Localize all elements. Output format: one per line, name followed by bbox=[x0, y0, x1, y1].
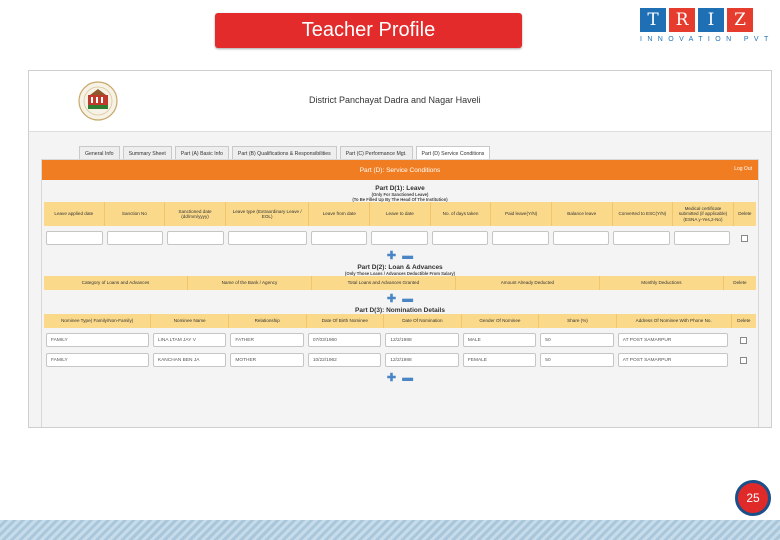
add-row-icon[interactable]: ✚ bbox=[387, 372, 396, 384]
add-row-icon[interactable]: ✚ bbox=[387, 293, 396, 305]
nominee-name-input[interactable]: LINA LTAM JAY V bbox=[152, 333, 227, 347]
sanction-no-input[interactable] bbox=[106, 231, 164, 245]
leave-to-date-input[interactable] bbox=[371, 231, 428, 245]
nominee-gender-input[interactable]: MALE bbox=[462, 333, 537, 347]
loans-section-title: Part D(2): Loan & Advances bbox=[357, 264, 443, 271]
page-number-badge: 25 bbox=[735, 480, 771, 516]
column-header: Address Of Nominee With Phone No. bbox=[617, 314, 732, 328]
relationship-input[interactable]: FATHER bbox=[230, 333, 304, 347]
leave-row-controls: ✚ ▬ bbox=[42, 250, 758, 262]
days-taken-input[interactable] bbox=[431, 231, 489, 245]
logo-letter-z: Z bbox=[727, 8, 753, 32]
service-conditions-panel: Part (D): Service Conditions Log Out Par… bbox=[41, 159, 759, 427]
nominee-dob-input[interactable]: 10/22/1962 bbox=[307, 353, 382, 367]
column-header: Leave type (Extraordinary Leave / EOL) bbox=[226, 202, 310, 226]
column-header: Delete bbox=[738, 211, 752, 217]
tab-performance[interactable]: Part (C) Performance Mgt. bbox=[339, 146, 413, 160]
paid-leave-input[interactable] bbox=[492, 231, 549, 245]
leave-from-date-input[interactable] bbox=[310, 231, 368, 245]
relationship-input[interactable]: MOTHER bbox=[230, 353, 304, 367]
logout-link[interactable]: Log Out bbox=[734, 166, 752, 172]
column-header: Date Of Birth Nominee bbox=[307, 314, 385, 328]
tab-summary-sheet[interactable]: Summary Sheet bbox=[122, 146, 172, 160]
column-header: No. of days taken bbox=[431, 202, 492, 226]
nominee-address-input[interactable]: AT POST SAMARPUR bbox=[617, 353, 728, 367]
medical-certificate-input[interactable] bbox=[673, 231, 731, 245]
column-header: Balance leave bbox=[552, 202, 613, 226]
column-header: Sanction No bbox=[105, 202, 166, 226]
column-header: Total Loans and Advances Granted bbox=[312, 276, 456, 290]
delete-checkbox[interactable] bbox=[739, 336, 747, 344]
column-header: Converted to ESC(Y/N) bbox=[613, 202, 674, 226]
logo-letter-t: T bbox=[640, 8, 666, 32]
column-header: Leave applied date bbox=[44, 202, 105, 226]
nomination-date-input[interactable]: 12/2/1988 bbox=[385, 333, 459, 347]
leave-applied-date-input[interactable] bbox=[46, 231, 103, 245]
add-row-icon[interactable]: ✚ bbox=[387, 250, 396, 262]
logo-letter-r: R bbox=[669, 8, 695, 32]
loans-table-header: Category of Loans and Advances Name of t… bbox=[44, 276, 756, 290]
nominee-type-input[interactable]: FAMILY bbox=[46, 353, 149, 367]
delete-checkbox[interactable] bbox=[739, 356, 747, 364]
column-header: Medical certificate submitted (if applic… bbox=[673, 202, 734, 226]
leave-type-select[interactable] bbox=[227, 231, 307, 245]
org-title: District Panchayat Dadra and Nagar Havel… bbox=[309, 95, 481, 105]
leave-table-header: Leave applied date Sanction No Sanctione… bbox=[44, 202, 756, 226]
column-header: Share (%) bbox=[539, 314, 617, 328]
table-row: FAMILY LINA LTAM JAY V FATHER 07/03/1960… bbox=[44, 332, 756, 348]
decorative-bottom-strip bbox=[0, 520, 780, 540]
panel-title: Part (D): Service Conditions bbox=[359, 166, 441, 174]
nominee-address-input[interactable]: AT POST SAMARPUR bbox=[617, 333, 728, 347]
nominee-dob-input[interactable]: 07/03/1960 bbox=[307, 333, 382, 347]
share-input[interactable]: 50 bbox=[540, 333, 614, 347]
remove-row-icon[interactable]: ▬ bbox=[402, 293, 413, 305]
column-header: Category of Loans and Advances bbox=[44, 276, 189, 290]
logo-tagline: INNOVATION PVT LTD bbox=[640, 36, 780, 43]
nominee-gender-input[interactable]: FEMALE bbox=[462, 353, 537, 367]
logo-letter-i: I bbox=[698, 8, 724, 32]
loans-row-controls: ✚ ▬ bbox=[42, 293, 758, 305]
column-header: Name of the Bank / Agency bbox=[188, 276, 312, 290]
table-row: FAMILY KANCHAN BEN JA MOTHER 10/22/1962 … bbox=[44, 352, 756, 368]
nomination-date-input[interactable]: 12/2/1988 bbox=[385, 353, 459, 367]
column-header: Delete bbox=[733, 280, 747, 286]
tab-service-conditions[interactable]: Part (D) Service Conditions bbox=[415, 146, 491, 160]
remove-row-icon[interactable]: ▬ bbox=[402, 250, 413, 262]
delete-checkbox[interactable] bbox=[740, 234, 748, 242]
tab-bar: General Info Summary Sheet Part (A) Basi… bbox=[79, 146, 491, 160]
app-screenshot: District Panchayat Dadra and Nagar Havel… bbox=[28, 70, 772, 428]
district-emblem-icon bbox=[78, 81, 118, 121]
remove-row-icon[interactable]: ▬ bbox=[402, 372, 413, 384]
converted-esc-input[interactable] bbox=[613, 231, 670, 245]
column-header: Amount Already Deducted bbox=[456, 276, 600, 290]
leave-section-title: Part D(1): Leave bbox=[375, 185, 425, 192]
tab-general-info[interactable]: General Info bbox=[79, 146, 120, 160]
panel-header: Part (D): Service Conditions Log Out bbox=[42, 160, 758, 180]
nomination-table-header: Nominee Type( Family/Non-Family) Nominee… bbox=[44, 314, 756, 328]
sanctioned-date-input[interactable] bbox=[167, 231, 224, 245]
column-header: Monthly Deductions bbox=[600, 276, 724, 290]
slide-title: Teacher Profile bbox=[215, 13, 522, 48]
column-header: Leave to date bbox=[370, 202, 431, 226]
tab-basic-info[interactable]: Part (A) Basic Info bbox=[174, 146, 229, 160]
column-header: Gender Of Nominee bbox=[462, 314, 540, 328]
tab-qualifications[interactable]: Part (B) Qualifications & Responsibiliti… bbox=[231, 146, 337, 160]
column-header: Date Of Nomination bbox=[384, 314, 462, 328]
share-input[interactable]: 50 bbox=[540, 353, 614, 367]
balance-leave-input[interactable] bbox=[552, 231, 610, 245]
nominee-type-input[interactable]: FAMILY bbox=[46, 333, 149, 347]
leave-input-row bbox=[44, 230, 756, 246]
app-header: District Panchayat Dadra and Nagar Havel… bbox=[29, 71, 771, 132]
nominee-name-input[interactable]: KANCHAN BEN JA bbox=[152, 353, 227, 367]
column-header: Sanctioned date (dd/mm/yyyy) bbox=[165, 202, 226, 226]
nomination-section-title: Part D(3): Nomination Details bbox=[355, 307, 445, 314]
triz-logo: T R I Z INNOVATION PVT LTD bbox=[640, 8, 780, 48]
column-header: Nominee Type( Family/Non-Family) bbox=[44, 314, 152, 328]
nomination-row-controls: ✚ ▬ bbox=[42, 372, 758, 384]
column-header: Delete bbox=[737, 318, 751, 324]
column-header: Nominee Name bbox=[151, 314, 229, 328]
column-header: Leave from date bbox=[309, 202, 371, 226]
column-header: Relationship bbox=[229, 314, 307, 328]
column-header: Paid leave(Y/N) bbox=[491, 202, 552, 226]
